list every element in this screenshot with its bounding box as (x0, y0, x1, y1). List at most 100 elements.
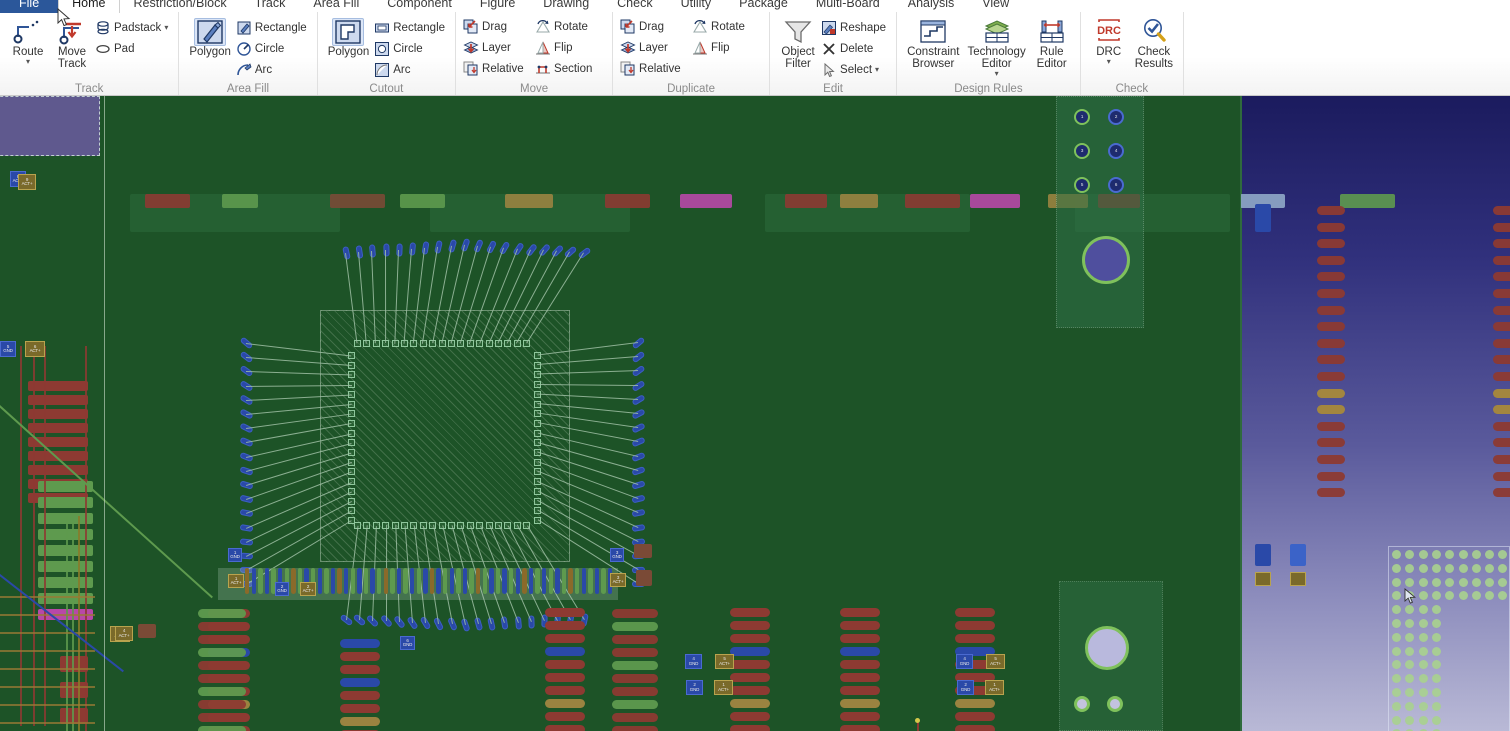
pcb-canvas[interactable]: 8ACT+9ACT+5GND6ACT+4ACT+1234561GND1ACT+2… (0, 96, 1510, 731)
smd-pad (1255, 204, 1271, 232)
bga-pad (1392, 646, 1401, 656)
check-results-button[interactable]: Check Results (1131, 16, 1177, 70)
circle-fill-button[interactable]: Circle (235, 38, 311, 59)
button-label: Constraint (907, 46, 960, 58)
circle-cutout-button[interactable]: Circle (373, 38, 449, 59)
smd-pad (955, 712, 995, 721)
smd-pad (1317, 421, 1345, 431)
polygon-cutout-icon (332, 18, 365, 46)
connector-finger (357, 568, 362, 594)
smd-pad (840, 673, 880, 682)
ribbon-group-title: Design Rules (954, 83, 1023, 95)
bga-pad (1392, 619, 1401, 628)
layer-button[interactable]: Layer (462, 37, 534, 58)
drag-button[interactable]: Drag (462, 16, 534, 37)
arc-fill-button[interactable]: Arc (235, 59, 311, 80)
smd-pad (1493, 289, 1510, 298)
net-label: 1 GND (228, 548, 242, 562)
smd-pad (605, 194, 650, 208)
chevron-down-icon[interactable]: ▾ (1107, 58, 1111, 66)
smd-pad (1493, 438, 1510, 448)
smd-pad (1255, 544, 1271, 566)
smd-pad (545, 634, 585, 643)
smd-pad (1493, 206, 1510, 215)
technology-editor-button[interactable]: Technology Editor ▾ (964, 16, 1030, 78)
rectangle-fill-button[interactable]: Rectangle (235, 17, 311, 38)
rule-editor-button[interactable]: Rule Editor (1030, 16, 1074, 70)
ratsnest-line (384, 250, 386, 344)
object-filter-button[interactable]: Object Filter (776, 16, 820, 70)
smd-pad (1317, 372, 1345, 381)
smd-pad (198, 687, 246, 696)
smd-pad (340, 665, 380, 674)
drag-button[interactable]: Drag (619, 16, 691, 37)
button-label: Flip (711, 41, 730, 54)
button-label: Rectangle (393, 21, 446, 34)
chevron-down-icon[interactable]: ▾ (164, 23, 168, 32)
connector-finger (291, 568, 296, 594)
select-icon (821, 62, 837, 78)
ribbon-group-title: Check (1115, 83, 1149, 95)
select-button[interactable]: Select ▾ (820, 59, 890, 80)
pad-button[interactable]: Pad (94, 38, 172, 59)
smd-pad (612, 648, 658, 657)
smd-pad (1317, 222, 1345, 232)
smd-pad (1317, 322, 1345, 332)
smd-pad (1290, 544, 1306, 566)
connector-finger (390, 568, 395, 594)
ribbon-group-title: Move (519, 83, 549, 95)
smd-pad (730, 712, 770, 721)
section-button[interactable]: Section (534, 58, 606, 79)
layer-button[interactable]: Layer (619, 37, 691, 58)
smd-pad (1493, 421, 1510, 431)
flip-button[interactable]: Flip (534, 37, 606, 58)
route-button[interactable]: Route ▾ (6, 16, 50, 66)
fanout-pad (447, 238, 457, 253)
constraint-browser-button[interactable]: Constraint Browser (903, 16, 963, 70)
bga-pad (1458, 591, 1468, 601)
chevron-down-icon[interactable]: ▾ (995, 70, 999, 78)
reshape-button[interactable]: Reshape (820, 17, 890, 38)
flip-button[interactable]: Flip (691, 37, 763, 58)
rule-editor-icon (1037, 18, 1067, 46)
bga-pad (1418, 660, 1428, 670)
fanout-pad (631, 365, 646, 378)
rectangle-cutout-button[interactable]: Rectangle (373, 17, 449, 38)
ribbon-group-title: Track (75, 83, 104, 95)
net-label: 2 ACT+ (300, 582, 316, 596)
button-label: Arc (254, 63, 273, 76)
relative-button[interactable]: Relative (462, 58, 534, 79)
net-label: 2 GND (957, 680, 974, 695)
pad-number: 2 (1114, 113, 1118, 119)
layer-icon (463, 40, 479, 56)
connector-finger (509, 568, 514, 594)
smd-pad (612, 713, 658, 722)
chevron-down-icon[interactable]: ▾ (875, 65, 879, 74)
bga-pad (1392, 701, 1401, 711)
pcb-trace (0, 722, 95, 724)
polygon-cutout-button[interactable]: Polygon (324, 16, 374, 58)
chevron-down-icon[interactable]: ▾ (26, 58, 30, 66)
move-track-button[interactable]: Move Track (50, 16, 94, 70)
smd-pad (840, 686, 880, 695)
bga-pad (1418, 674, 1428, 684)
polygon-fill-button[interactable]: Polygon (185, 16, 235, 58)
connector-finger (555, 568, 560, 594)
move-track-icon (57, 18, 87, 46)
drc-button[interactable]: DRC DRC ▾ (1087, 16, 1131, 66)
smd-pad (1493, 355, 1510, 365)
relative-button[interactable]: Relative (619, 58, 691, 79)
net-label: 3 ACT+ (610, 573, 626, 587)
padstack-button[interactable]: Padstack ▾ (94, 17, 172, 38)
smd-pad (1493, 455, 1510, 464)
check-results-icon (1139, 18, 1169, 46)
pcb-trace (1240, 96, 1241, 731)
arc-cutout-button[interactable]: Arc (373, 59, 449, 80)
rotate-button[interactable]: Rotate (691, 16, 763, 37)
smd-pad (612, 622, 658, 631)
smd-pad (840, 634, 880, 643)
connector-finger (377, 568, 382, 594)
delete-button[interactable]: Delete (820, 38, 890, 59)
rotate-button[interactable]: Rotate (534, 16, 606, 37)
connector-finger (363, 568, 369, 594)
